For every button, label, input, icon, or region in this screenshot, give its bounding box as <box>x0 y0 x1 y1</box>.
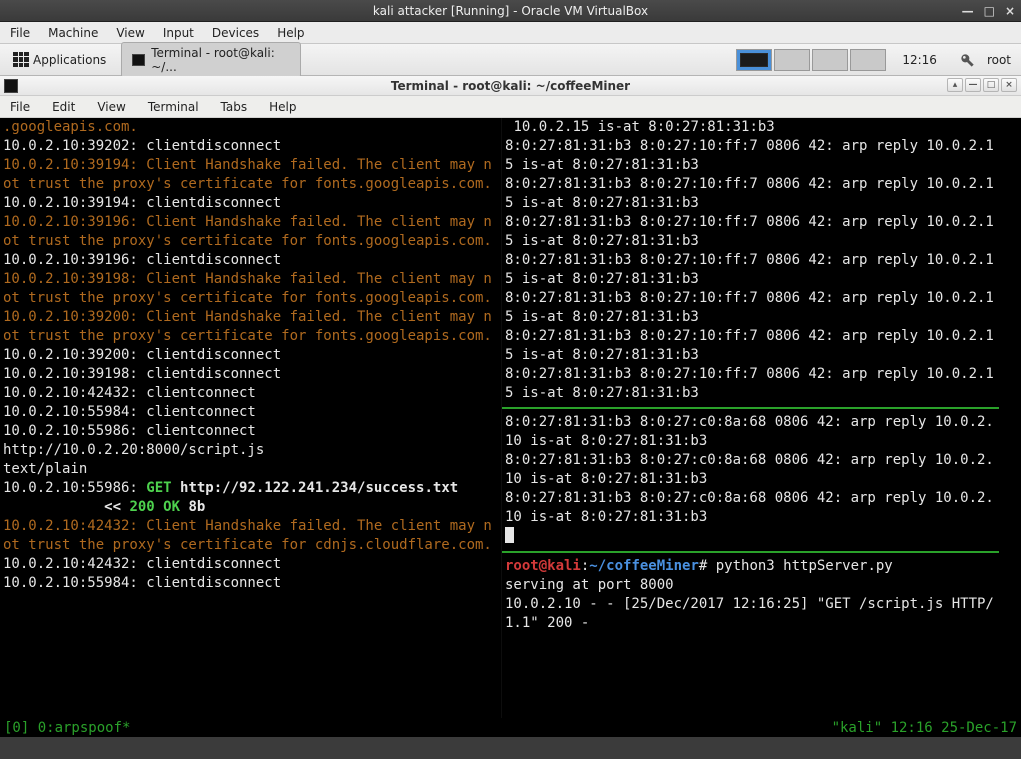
kali-top-panel: Applications Terminal - root@kali: ~/...… <box>0 44 1021 76</box>
tmux-pane-right-top[interactable]: 10.0.2.15 is-at 8:0:27:81:31:b3 8:0:27:8… <box>502 118 999 403</box>
log-line: .googleapis.com. <box>3 119 138 135</box>
http-method: GET <box>146 480 171 496</box>
prompt-user: root@kali <box>505 558 581 574</box>
http-size: 8b <box>180 499 205 515</box>
terminal-titlebar[interactable]: Terminal - root@kali: ~/coffeeMiner ▴ — … <box>0 76 1021 96</box>
log-line: 10.0.2.10:39196: clientdisconnect <box>3 252 281 268</box>
log-line: 10.0.2.10:39202: clientdisconnect <box>3 138 281 154</box>
terminal-menu-terminal[interactable]: Terminal <box>148 100 199 114</box>
tmux-pane-right-mid[interactable]: 8:0:27:81:31:b3 8:0:27:c0:8a:68 0806 42:… <box>502 413 999 547</box>
tmux-pane-left[interactable]: .googleapis.com. 10.0.2.10:39202: client… <box>0 118 502 718</box>
tmux-pane-right[interactable]: 10.0.2.15 is-at 8:0:27:81:31:b3 8:0:27:8… <box>502 118 999 718</box>
tmux-status-left: [0] 0:arpspoof* <box>4 720 130 736</box>
workspace-1[interactable] <box>736 49 772 71</box>
terminal-icon <box>4 79 18 93</box>
arp-line: 8:0:27:81:31:b3 8:0:27:c0:8a:68 0806 42:… <box>505 490 994 525</box>
http-status: 200 OK <box>129 499 180 515</box>
terminal-menu: File Edit View Terminal Tabs Help <box>0 96 1021 118</box>
terminal-menu-help[interactable]: Help <box>269 100 296 114</box>
panel-user[interactable]: root <box>987 53 1011 67</box>
vbox-menu-machine[interactable]: Machine <box>48 26 98 40</box>
log-line: 10.0.2.10:39194: Client Handshake failed… <box>3 157 492 192</box>
http-url: http://92.122.241.234/success.txt <box>172 480 459 496</box>
vbox-close-button[interactable]: × <box>1005 4 1015 18</box>
arp-line: 8:0:27:81:31:b3 8:0:27:10:ff:7 0806 42: … <box>505 290 994 325</box>
log-line: 10.0.2.10:42432: clientconnect <box>3 385 256 401</box>
log-line: 10.0.2.10:39200: clientdisconnect <box>3 347 281 363</box>
terminal-body[interactable]: .googleapis.com. 10.0.2.10:39202: client… <box>0 118 1021 718</box>
log-line: 10.0.2.10:55986: clientconnect <box>3 423 256 439</box>
taskbar-item-label: Terminal - root@kali: ~/... <box>151 46 290 74</box>
prompt-path: ~/coffeeMiner <box>589 558 699 574</box>
log-line: 10.0.2.10:39196: Client Handshake failed… <box>3 214 492 249</box>
log-line: http://10.0.2.20:8000/script.js <box>3 442 264 458</box>
applications-label: Applications <box>33 53 106 67</box>
vbox-menu-file[interactable]: File <box>10 26 30 40</box>
workspace-switcher <box>736 49 886 71</box>
vbox-maximize-button[interactable]: □ <box>984 4 995 18</box>
terminal-menu-tabs[interactable]: Tabs <box>221 100 248 114</box>
arp-line: 8:0:27:81:31:b3 8:0:27:10:ff:7 0806 42: … <box>505 138 994 173</box>
log-line: 10.0.2.10:42432: clientdisconnect <box>3 556 281 572</box>
panel-clock[interactable]: 12:16 <box>902 53 937 67</box>
arp-line: 8:0:27:81:31:b3 8:0:27:c0:8a:68 0806 42:… <box>505 452 994 487</box>
log-line: 10.0.2.10:39194: clientdisconnect <box>3 195 281 211</box>
vbox-menu-help[interactable]: Help <box>277 26 304 40</box>
tmux-pane-right-bottom[interactable]: root@kali:~/coffeeMiner# python3 httpSer… <box>502 557 999 633</box>
arp-line: 8:0:27:81:31:b3 8:0:27:10:ff:7 0806 42: … <box>505 176 994 211</box>
arp-line: 8:0:27:81:31:b3 8:0:27:10:ff:7 0806 42: … <box>505 328 994 363</box>
workspace-2[interactable] <box>774 49 810 71</box>
workspace-3[interactable] <box>812 49 848 71</box>
terminal-title: Terminal - root@kali: ~/coffeeMiner <box>391 79 630 93</box>
log-line: 10.0.2.10:39198: clientdisconnect <box>3 366 281 382</box>
arp-line: 10.0.2.15 is-at 8:0:27:81:31:b3 <box>505 119 775 135</box>
tmux-pane-divider <box>502 551 999 553</box>
vbox-menu-devices[interactable]: Devices <box>212 26 259 40</box>
vbox-menu: File Machine View Input Devices Help <box>0 22 1021 44</box>
terminal-menu-view[interactable]: View <box>97 100 125 114</box>
vbox-minimize-button[interactable]: — <box>962 4 974 18</box>
taskbar-item-terminal[interactable]: Terminal - root@kali: ~/... <box>121 42 301 78</box>
log-line: text/plain <box>3 461 87 477</box>
prompt-hash: # <box>699 558 716 574</box>
terminal-menu-edit[interactable]: Edit <box>52 100 75 114</box>
tmux-status-right: "kali" 12:16 25-Dec-17 <box>832 720 1017 736</box>
log-line: << <box>3 499 129 515</box>
arp-line: 8:0:27:81:31:b3 8:0:27:c0:8a:68 0806 42:… <box>505 414 994 449</box>
vbox-menu-view[interactable]: View <box>116 26 144 40</box>
terminal-window: Terminal - root@kali: ~/coffeeMiner ▴ — … <box>0 76 1021 737</box>
server-line: 10.0.2.10 - - [25/Dec/2017 12:16:25] "GE… <box>505 596 994 631</box>
vbox-title: kali attacker [Running] - Oracle VM Virt… <box>373 4 648 18</box>
terminal-close-button[interactable]: × <box>1001 78 1017 92</box>
terminal-menu-file[interactable]: File <box>10 100 30 114</box>
arp-line: 8:0:27:81:31:b3 8:0:27:10:ff:7 0806 42: … <box>505 252 994 287</box>
vbox-menu-input[interactable]: Input <box>163 26 194 40</box>
vbox-titlebar[interactable]: kali attacker [Running] - Oracle VM Virt… <box>0 0 1021 22</box>
tmux-pane-divider <box>502 407 999 409</box>
cursor <box>505 527 514 543</box>
terminal-rollup-button[interactable]: ▴ <box>947 78 963 92</box>
terminal-icon <box>132 54 145 66</box>
settings-wrench-icon[interactable] <box>959 52 975 68</box>
arp-line: 8:0:27:81:31:b3 8:0:27:10:ff:7 0806 42: … <box>505 214 994 249</box>
applications-grid-icon <box>13 52 29 68</box>
arp-line: 8:0:27:81:31:b3 8:0:27:10:ff:7 0806 42: … <box>505 366 994 401</box>
log-line: 10.0.2.10:39200: Client Handshake failed… <box>3 309 492 344</box>
log-line: 10.0.2.10:42432: Client Handshake failed… <box>3 518 492 553</box>
log-line: 10.0.2.10:55984: clientconnect <box>3 404 256 420</box>
terminal-maximize-button[interactable]: □ <box>983 78 999 92</box>
prompt-command: python3 httpServer.py <box>716 558 893 574</box>
log-line: 10.0.2.10:55984: clientdisconnect <box>3 575 281 591</box>
log-line: 10.0.2.10:39198: Client Handshake failed… <box>3 271 492 306</box>
server-line: serving at port 8000 <box>505 577 674 593</box>
applications-menu[interactable]: Applications <box>4 48 115 72</box>
log-line: 10.0.2.10:55986: <box>3 480 146 496</box>
workspace-4[interactable] <box>850 49 886 71</box>
tmux-status-bar[interactable]: [0] 0:arpspoof* "kali" 12:16 25-Dec-17 <box>0 718 1021 737</box>
terminal-minimize-button[interactable]: — <box>965 78 981 92</box>
